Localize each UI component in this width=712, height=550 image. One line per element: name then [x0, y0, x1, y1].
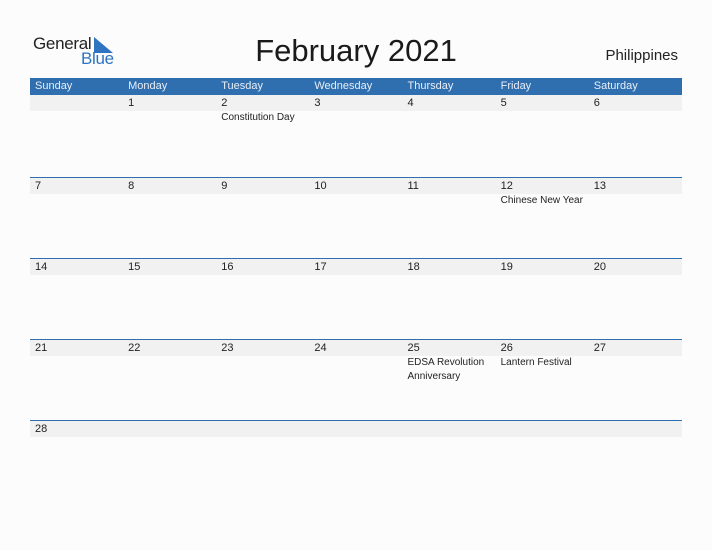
weekday-friday: Friday: [500, 80, 532, 92]
holiday-label: EDSA Revolution Anniversary: [407, 357, 485, 382]
day-number: 12: [500, 180, 513, 192]
weekday-sunday: Sunday: [35, 80, 73, 92]
weekday-saturday: Saturday: [593, 80, 638, 92]
day-number: 13: [593, 180, 606, 192]
week-row: 7 8 9 10 11 12 13 Chinese New Year: [30, 177, 682, 258]
day-number: 17: [314, 261, 327, 273]
week-row: 1 2 3 4 5 6 Constitution Day: [30, 95, 682, 177]
day-number: 3: [314, 97, 321, 109]
day-number: 27: [593, 342, 606, 354]
day-number: 14: [35, 261, 48, 273]
week-row: 14 15 16 17 18 19 20: [30, 258, 682, 339]
day-number: 5: [500, 97, 507, 109]
day-number: 1: [128, 97, 135, 109]
day-number: 28: [35, 423, 48, 435]
holiday-label: [30, 111, 123, 125]
weekday-wednesday: Wednesday: [314, 80, 373, 92]
week-row: 28: [30, 420, 682, 501]
holiday-label: [216, 194, 309, 208]
events-row: EDSA Revolution Anniversary Lantern Festi…: [30, 356, 682, 384]
holiday-label: [496, 111, 589, 125]
holiday-label: Lantern Festival: [500, 357, 572, 368]
day-number: [403, 421, 496, 437]
holiday-label: Chinese New Year: [500, 195, 583, 206]
holiday-label: [123, 194, 216, 208]
events-row: Constitution Day: [30, 111, 682, 125]
day-number: 8: [128, 180, 135, 192]
day-number: [496, 421, 589, 437]
day-number: 15: [128, 261, 141, 273]
holiday-label: [309, 111, 402, 125]
weekday-monday: Monday: [128, 80, 168, 92]
holiday-label: [309, 194, 402, 208]
holiday-label: [589, 356, 682, 384]
events-row: Chinese New Year: [30, 194, 682, 208]
day-number-bar: 14 15 16 17 18 19 20: [30, 259, 682, 275]
day-number: 20: [593, 261, 606, 273]
day-number: 22: [128, 342, 141, 354]
holiday-label: Constitution Day: [221, 112, 295, 123]
holiday-label: [30, 194, 123, 208]
day-number: 6: [593, 97, 600, 109]
holiday-label: [309, 356, 402, 384]
day-number: [216, 421, 309, 437]
day-number: 11: [407, 180, 419, 192]
day-number-bar: 7 8 9 10 11 12 13: [30, 178, 682, 194]
day-number: 25: [407, 342, 420, 354]
day-number-bar: 21 22 23 24 25 26 27: [30, 340, 682, 356]
day-number-bar: 1 2 3 4 5 6: [30, 95, 682, 111]
day-number: 19: [500, 261, 513, 273]
holiday-label: [216, 356, 309, 384]
holiday-label: [123, 111, 216, 125]
day-number: [30, 95, 123, 111]
day-number: 16: [221, 261, 234, 273]
day-number: 7: [35, 180, 42, 192]
weekday-header: Sunday Monday Tuesday Wednesday Thursday…: [30, 78, 682, 95]
holiday-label: [403, 111, 496, 125]
day-number: 10: [314, 180, 327, 192]
day-number: 23: [221, 342, 234, 354]
day-number: 26: [500, 342, 513, 354]
weeks-container: 1 2 3 4 5 6 Constitution Day 7 8 9 10 11 12 13 Chinese…: [30, 95, 682, 501]
week-row: 21 22 23 24 25 26 27 EDSA Revolution Anniversar…: [30, 339, 682, 420]
day-number-bar: 28: [30, 421, 682, 437]
country-label: Philippines: [605, 47, 678, 64]
day-number: [309, 421, 402, 437]
holiday-label: [589, 194, 682, 208]
weekday-thursday: Thursday: [407, 80, 454, 92]
day-number: 2: [221, 97, 228, 109]
holiday-label: [123, 356, 216, 384]
day-number: 24: [314, 342, 327, 354]
holiday-label: [403, 194, 496, 208]
day-number: 4: [407, 97, 414, 109]
weekday-tuesday: Tuesday: [221, 80, 264, 92]
day-number: 18: [407, 261, 420, 273]
holiday-label: [30, 356, 123, 384]
holiday-label: [589, 111, 682, 125]
day-number: [589, 421, 682, 437]
day-number: [123, 421, 216, 437]
calendar-grid: Sunday Monday Tuesday Wednesday Thursday…: [30, 78, 682, 501]
day-number: 9: [221, 180, 228, 192]
day-number: 21: [35, 342, 48, 354]
